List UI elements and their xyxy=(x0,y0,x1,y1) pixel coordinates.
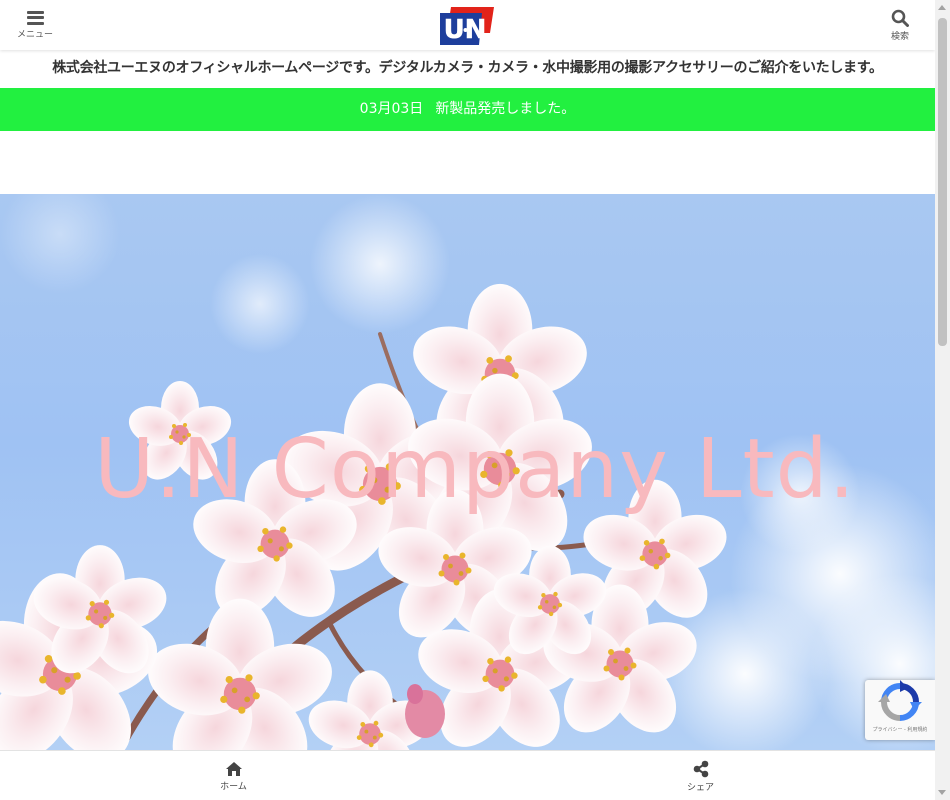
scroll-up-arrow-icon[interactable] xyxy=(938,5,946,10)
search-label: 検索 xyxy=(890,31,909,42)
share-icon xyxy=(693,760,708,777)
hero-banner: U.N Company Ltd. xyxy=(0,194,935,750)
home-button[interactable]: ホーム xyxy=(0,751,467,800)
home-label: ホーム xyxy=(220,781,247,792)
search-icon xyxy=(891,9,909,27)
logo-image: UN xyxy=(440,7,494,45)
menu-button[interactable]: メニュー xyxy=(0,0,70,50)
notice-bar[interactable]: 03月03日 新製品発売しました。 xyxy=(0,88,935,131)
recaptcha-icon xyxy=(878,680,922,721)
scroll-thumb[interactable] xyxy=(938,18,947,346)
share-button[interactable]: シェア xyxy=(467,751,934,800)
recaptcha-text: プライバシー - 利用規約 xyxy=(872,727,928,733)
notice-date: 03月03日 xyxy=(359,101,424,117)
page: メニュー UN 検索 株式会社ユーエヌのオフィシャルホームページです。デジタルカ… xyxy=(0,0,935,800)
hero-title: U.N Company Ltd. xyxy=(94,422,856,517)
hamburger-icon xyxy=(26,10,44,25)
site-header: メニュー UN 検索 xyxy=(0,0,935,50)
page-scrollbar[interactable] xyxy=(935,0,950,800)
menu-label: メニュー xyxy=(16,29,53,40)
bottom-nav: ホーム シェア xyxy=(0,750,935,800)
recaptcha-badge[interactable]: プライバシー - 利用規約 xyxy=(865,680,935,740)
home-icon xyxy=(225,761,242,776)
notice-text: 新製品発売しました。 xyxy=(435,101,576,117)
share-label: シェア xyxy=(686,782,714,793)
site-tagline: 株式会社ユーエヌのオフィシャルホームページです。デジタルカメラ・カメラ・水中撮影… xyxy=(52,60,883,76)
site-logo[interactable]: UN xyxy=(438,3,496,47)
scroll-down-arrow-icon[interactable] xyxy=(938,790,946,795)
search-button[interactable]: 検索 xyxy=(865,0,935,50)
